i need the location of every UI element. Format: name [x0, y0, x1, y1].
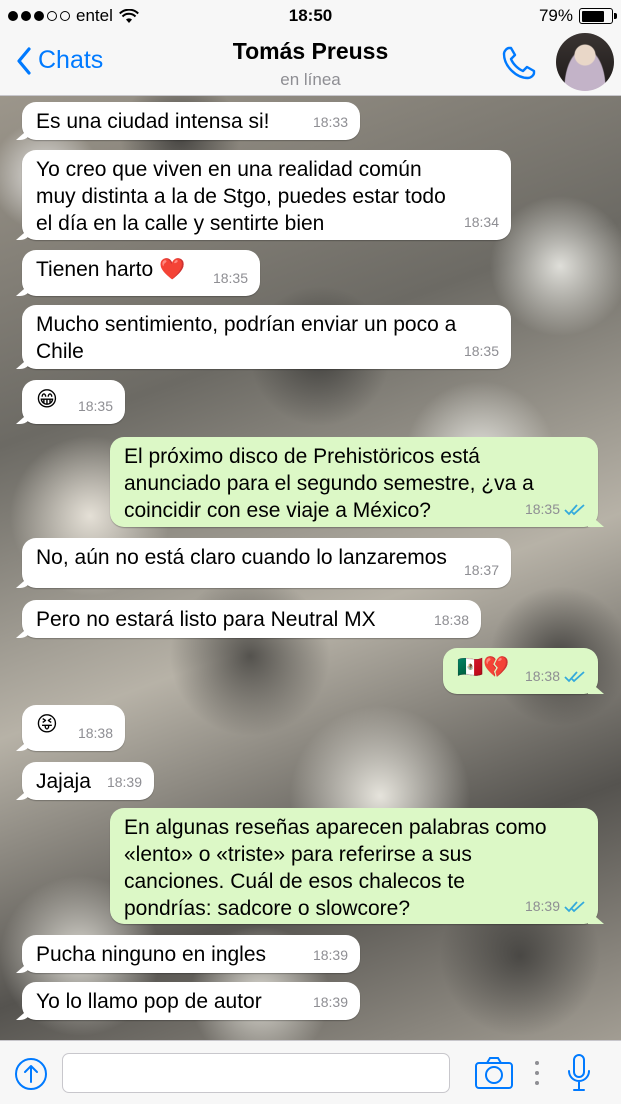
incoming-message[interactable]: Pucha ninguno en ingles 18:39 [22, 935, 360, 973]
message-text: Es una ciudad intensa si! [36, 110, 270, 133]
message-text: Mucho sentimiento, podrían enviar un poc… [36, 313, 457, 363]
more-dots-icon [535, 1061, 539, 1085]
message-meta: 18:39 [107, 769, 142, 796]
message-meta: 18:38 [434, 607, 469, 634]
incoming-message[interactable]: Jajaja 18:39 [22, 762, 154, 800]
battery-icon [579, 8, 617, 24]
camera-icon[interactable] [474, 1055, 514, 1091]
incoming-message[interactable]: Yo lo llamo pop de autor 18:39 [22, 982, 360, 1020]
message-time: 18:38 [77, 725, 113, 741]
clock: 18:50 [288, 6, 333, 25]
message-text: Pero no estará listo para Neutral MX [36, 608, 376, 631]
incoming-message[interactable]: 😁 18:35 [22, 380, 125, 424]
message-time: 18:37 [463, 562, 499, 578]
share-arrow-icon[interactable] [14, 1057, 48, 1091]
incoming-message[interactable]: No, aún no está claro cuando lo lanzarem… [22, 538, 511, 588]
message-time: 18:35 [77, 398, 113, 414]
contact-avatar[interactable] [556, 33, 614, 91]
message-text: En algunas reseñas aparecen palabras com… [124, 816, 547, 920]
double-check-icon [564, 503, 585, 515]
message-time: 18:35 [463, 343, 499, 359]
message-meta: 18:33 [313, 109, 348, 136]
double-check-icon [564, 900, 585, 912]
message-time: 18:35 [212, 270, 248, 286]
chat-header: Chats Tomás Preuss en línea [0, 32, 621, 96]
battery-percent: 79% [538, 6, 573, 25]
message-text: Yo creo que viven en una realidad común … [36, 158, 446, 235]
message-meta: 18:39 [313, 989, 348, 1016]
message-time: 18:35 [524, 501, 560, 517]
message-meta: 18:38 [525, 663, 586, 690]
message-time: 18:38 [524, 668, 560, 684]
incoming-message[interactable]: Pero no estará listo para Neutral MX 18:3… [22, 600, 481, 638]
battery-level [581, 10, 605, 22]
message-meta: 18:34 [464, 209, 499, 236]
message-text: Yo lo llamo pop de autor [36, 990, 262, 1013]
status-bar: entel 18:50 79% [0, 0, 621, 32]
message-text: Pucha ninguno en ingles [36, 943, 267, 966]
incoming-message[interactable]: Mucho sentimiento, podrían enviar un poc… [22, 305, 511, 369]
message-meta: 18:39 [313, 942, 348, 969]
message-time: 18:38 [433, 612, 469, 628]
incoming-message[interactable]: Tienen harto ❤️ 18:35 [22, 250, 260, 296]
incoming-message[interactable]: 😝 18:38 [22, 705, 125, 751]
message-meta: 18:35 [464, 338, 499, 365]
battery-group: 79% [538, 6, 617, 26]
message-meta: 18:35 [78, 393, 113, 420]
message-meta: 18:35 [525, 496, 586, 523]
incoming-message[interactable]: Es una ciudad intensa si! 18:33 [22, 102, 360, 140]
message-time: 18:33 [312, 114, 348, 130]
composer-bar [0, 1040, 621, 1104]
message-meta: 18:37 [464, 557, 499, 584]
incoming-message[interactable]: Yo creo que viven en una realidad común … [22, 150, 511, 240]
message-meta: 18:39 [525, 893, 586, 920]
message-text: No, aún no está claro cuando lo lanzarem… [36, 546, 447, 569]
message-time: 18:39 [312, 994, 348, 1010]
message-text: El próximo disco de Prehistöricos está a… [124, 445, 534, 522]
message-time: 18:39 [312, 947, 348, 963]
message-meta: 18:38 [78, 720, 113, 747]
message-time: 18:34 [463, 214, 499, 230]
double-check-icon [564, 670, 585, 682]
message-time: 18:39 [106, 774, 142, 790]
microphone-icon[interactable] [566, 1053, 592, 1093]
message-time: 18:39 [524, 898, 560, 914]
outgoing-message[interactable]: En algunas reseñas aparecen palabras com… [110, 808, 598, 924]
outgoing-message[interactable]: El próximo disco de Prehistöricos está a… [110, 437, 598, 527]
message-input[interactable] [62, 1053, 450, 1093]
message-meta: 18:35 [213, 265, 248, 292]
outgoing-message[interactable]: 🇲🇽💔 18:38 [443, 648, 598, 694]
phone-icon[interactable] [500, 44, 538, 82]
